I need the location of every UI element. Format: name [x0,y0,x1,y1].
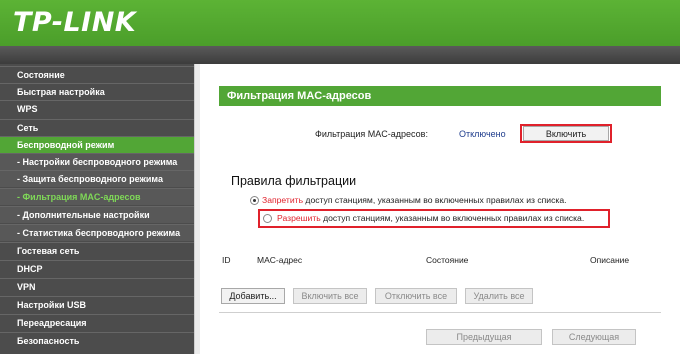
sidebar-item-network[interactable]: Сеть [0,119,194,136]
column-header-description: Описание [590,255,630,265]
sidebar-item-wireless-security[interactable]: - Защита беспроводного режима [0,170,194,187]
sidebar-item-wireless-advanced[interactable]: - Дополнительные настройки [0,206,194,223]
header-stripe [0,46,680,64]
column-header-status: Состояние [426,255,469,265]
column-header-mac: MAC-адрес [257,255,303,265]
mac-filter-label: Фильтрация MAC-адресов: [315,129,428,139]
mac-filter-status: Отключено [459,129,506,139]
enable-filter-button[interactable]: Включить [523,126,609,141]
column-header-id: ID [222,255,231,265]
previous-page-button[interactable]: Предыдущая [426,329,542,345]
rule-allow-text: Разрешить доступ станциям, указанным во … [277,213,584,223]
rule-deny-radio[interactable] [250,196,259,205]
sidebar-item-wireless-settings[interactable]: - Настройки беспроводного режима [0,153,194,170]
sidebar-item-mac-filtering[interactable]: - Фильтрация MAC-адресов [0,188,194,205]
rule-deny-keyword: Запретить [262,195,304,205]
add-button[interactable]: Добавить... [221,288,285,304]
content-separator [219,312,661,313]
sidebar-item-guest-network[interactable]: Гостевая сеть [0,242,194,259]
rule-allow-radio[interactable] [263,214,272,223]
sidebar-item-vpn[interactable]: VPN [0,278,194,295]
sidebar-item-dhcp[interactable]: DHCP [0,260,194,277]
sidebar-item-status[interactable]: Состояние [0,66,194,83]
rule-deny-text: Запретить доступ станциям, указанным во … [262,195,567,205]
tp-link-logo: TP-LINK [13,7,137,38]
page-title: Фильтрация MAC-адресов [219,86,661,106]
router-admin-page: TP-LINK Состояние Быстрая настройка WPS … [0,0,680,354]
rule-deny-description: доступ станциям, указанным во включенных… [303,195,567,205]
sidebar-item-wps[interactable]: WPS [0,100,194,117]
disable-all-button[interactable]: Отключить все [375,288,457,304]
rule-allow-keyword: Разрешить [277,213,321,223]
rule-allow-description: доступ станциям, указанным во включенных… [320,213,585,223]
main-content: Фильтрация MAC-адресов Фильтрация MAC-ад… [200,64,680,354]
sidebar: Состояние Быстрая настройка WPS Сеть Бес… [0,64,194,354]
delete-all-button[interactable]: Удалить все [465,288,533,304]
rules-heading: Правила фильтрации [231,174,357,188]
sidebar-item-wireless-statistics[interactable]: - Статистика беспроводного режима [0,224,194,241]
sidebar-item-usb-settings[interactable]: Настройки USB [0,296,194,313]
header-bar: TP-LINK [0,0,680,46]
sidebar-item-wireless[interactable]: Беспроводной режим [0,136,194,153]
sidebar-item-quick-setup[interactable]: Быстрая настройка [0,83,194,100]
enable-all-button[interactable]: Включить все [293,288,367,304]
next-page-button[interactable]: Следующая [552,329,636,345]
sidebar-item-forwarding[interactable]: Переадресация [0,314,194,331]
sidebar-item-security[interactable]: Безопасность [0,332,194,349]
